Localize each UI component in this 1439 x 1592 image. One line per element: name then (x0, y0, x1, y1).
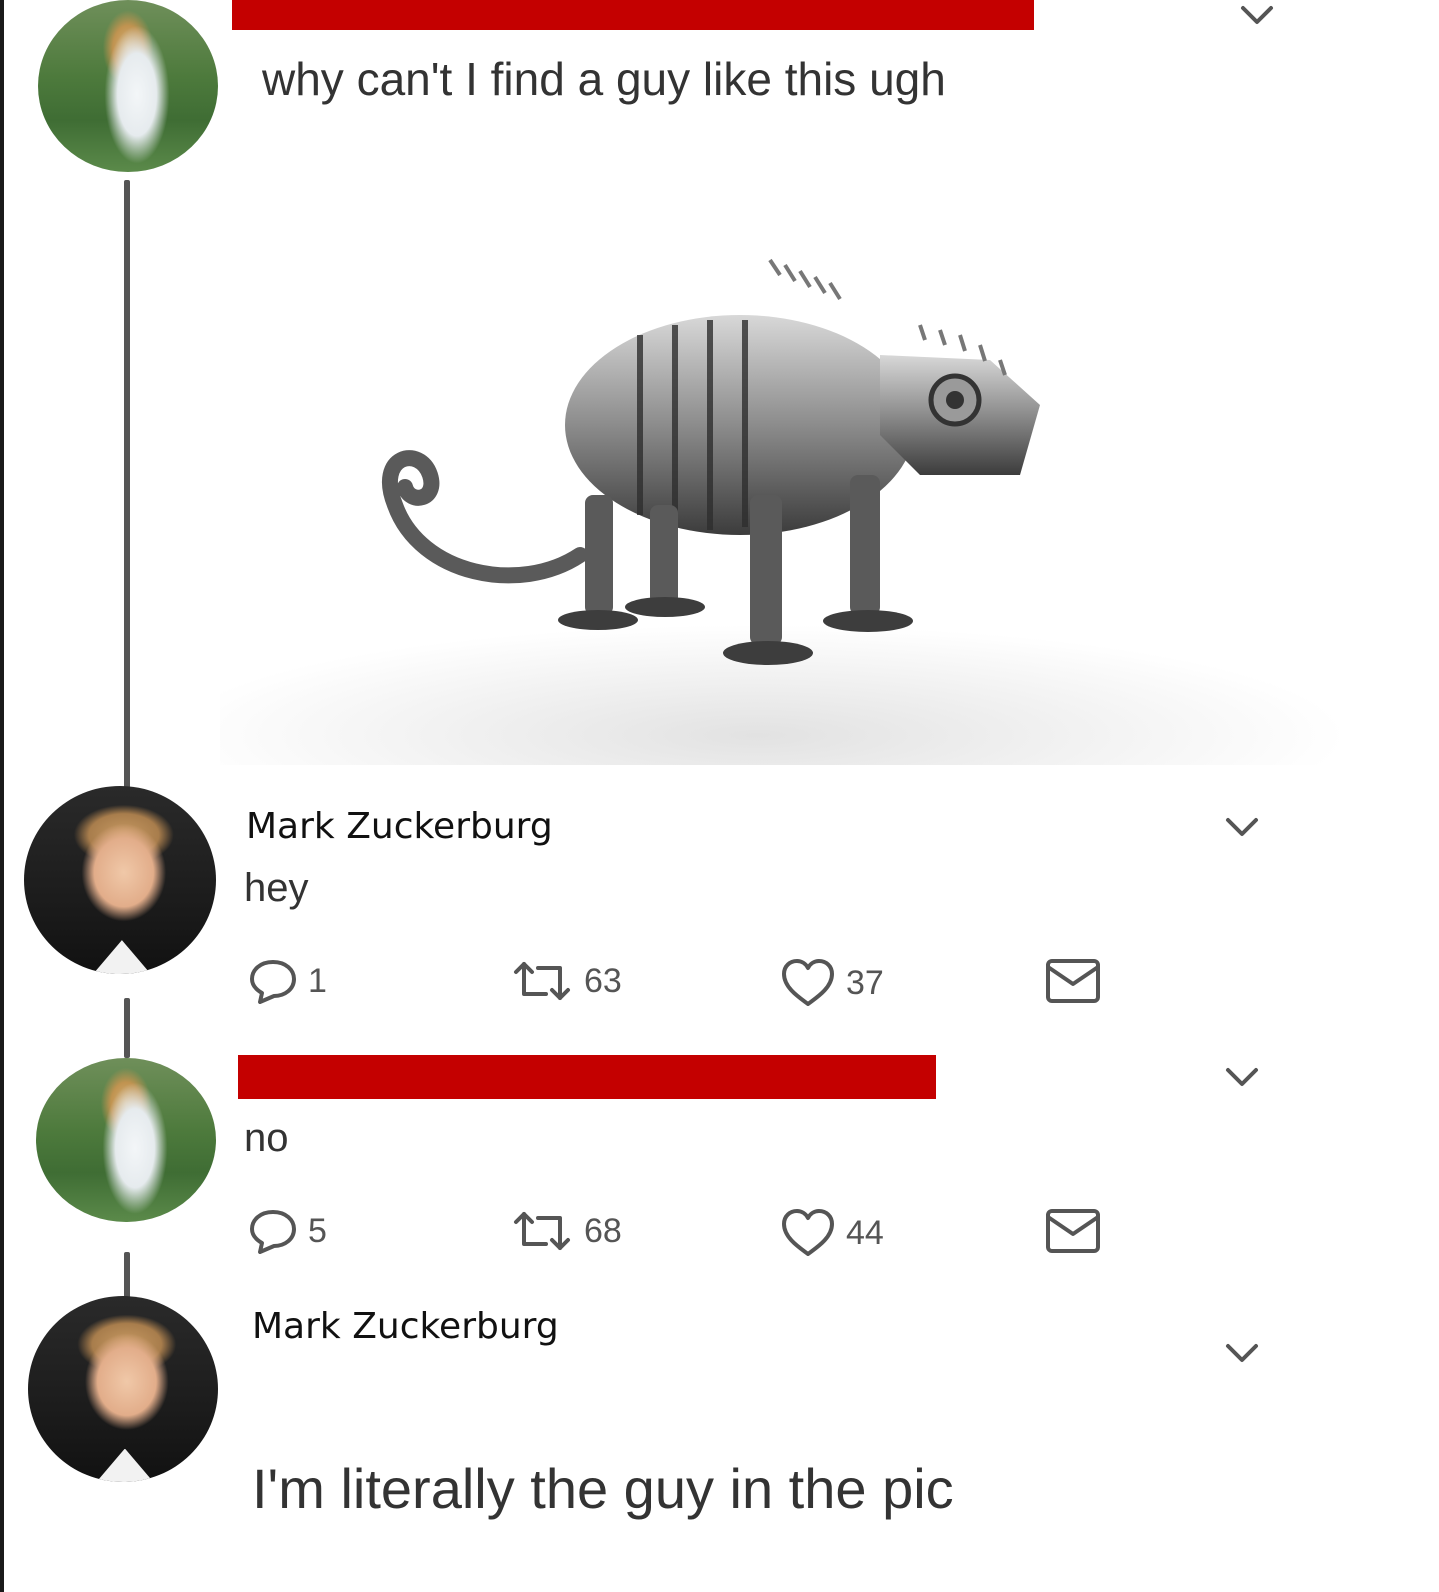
avatar[interactable] (36, 1058, 216, 1222)
reply-icon (250, 1210, 296, 1254)
chevron-down-icon[interactable] (1222, 1062, 1262, 1092)
retweet-action[interactable]: 68 (510, 1208, 622, 1254)
left-edge (0, 0, 4, 1592)
like-action[interactable]: 37 (780, 958, 884, 1008)
tweet-text: I'm literally the guy in the pic (252, 1457, 954, 1520)
avatar-collar (96, 1448, 154, 1482)
retweet-count: 63 (584, 961, 622, 1000)
retweet-icon (514, 1212, 570, 1250)
chevron-down-icon[interactable] (1222, 812, 1262, 842)
like-count: 37 (846, 963, 884, 1002)
tweet-text: no (244, 1116, 289, 1160)
chevron-down-icon[interactable] (1237, 0, 1277, 30)
message-icon (1046, 1209, 1100, 1253)
avatar-collar (93, 940, 151, 974)
avatar[interactable] (38, 0, 218, 172)
retweet-action[interactable]: 63 (510, 958, 622, 1004)
tweet-text: hey (244, 866, 309, 910)
reply-count: 5 (308, 1211, 327, 1250)
redacted-name (232, 0, 1034, 30)
like-action[interactable]: 44 (780, 1208, 884, 1258)
robot-chameleon-image[interactable] (220, 175, 1340, 765)
like-count: 44 (846, 1213, 884, 1252)
like-icon (782, 959, 834, 1006)
user-name[interactable]: Mark Zuckerburg (246, 806, 553, 847)
retweet-count: 68 (584, 1211, 622, 1250)
message-action[interactable] (1044, 1206, 1102, 1256)
avatar[interactable] (28, 1296, 218, 1482)
message-action[interactable] (1044, 956, 1102, 1006)
user-name[interactable]: Mark Zuckerburg (252, 1306, 559, 1347)
chevron-down-icon[interactable] (1222, 1338, 1262, 1368)
reply-action[interactable]: 1 (248, 958, 327, 1004)
like-icon (782, 1209, 834, 1256)
reply-action[interactable]: 5 (248, 1208, 327, 1254)
tweet-text: why can't I find a guy like this ugh (262, 53, 946, 105)
thread-line (124, 180, 130, 790)
reply-icon (250, 960, 296, 1004)
reply-count: 1 (308, 961, 327, 1000)
redacted-name (238, 1055, 936, 1099)
avatar[interactable] (24, 786, 216, 974)
message-icon (1046, 959, 1100, 1003)
retweet-icon (514, 962, 570, 1000)
thread-line (124, 998, 130, 1058)
